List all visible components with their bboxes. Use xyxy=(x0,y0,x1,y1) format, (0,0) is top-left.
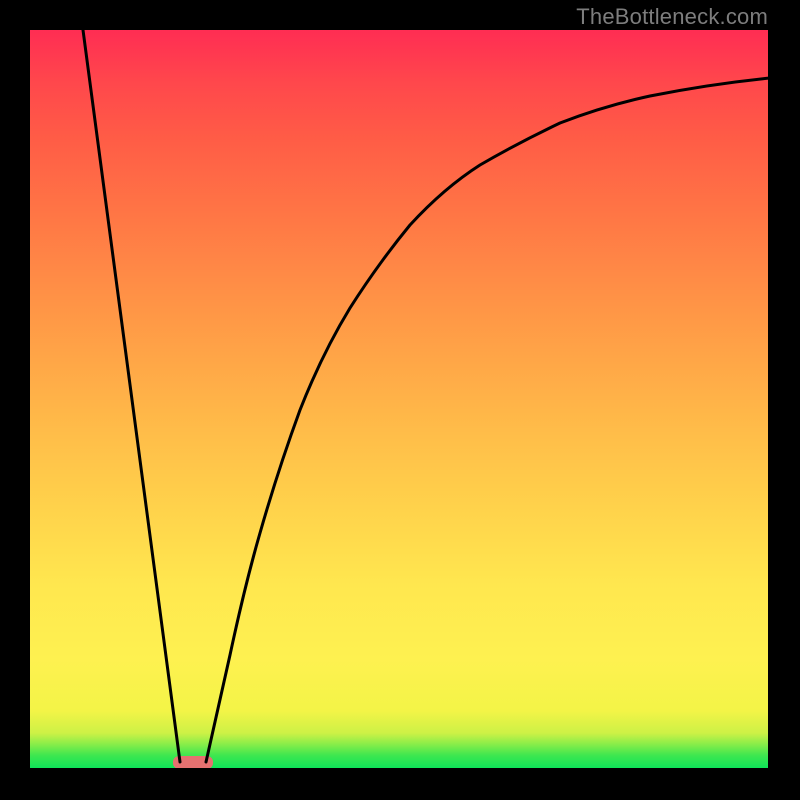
plot-area xyxy=(30,30,770,770)
curve-right-branch xyxy=(206,78,770,762)
curve-left-branch xyxy=(83,30,180,762)
attribution-label: TheBottleneck.com xyxy=(576,4,768,30)
curve-layer xyxy=(30,30,770,770)
plot-border-bottom xyxy=(30,768,770,770)
plot-border-right xyxy=(768,30,770,770)
chart-frame: TheBottleneck.com xyxy=(0,0,800,800)
